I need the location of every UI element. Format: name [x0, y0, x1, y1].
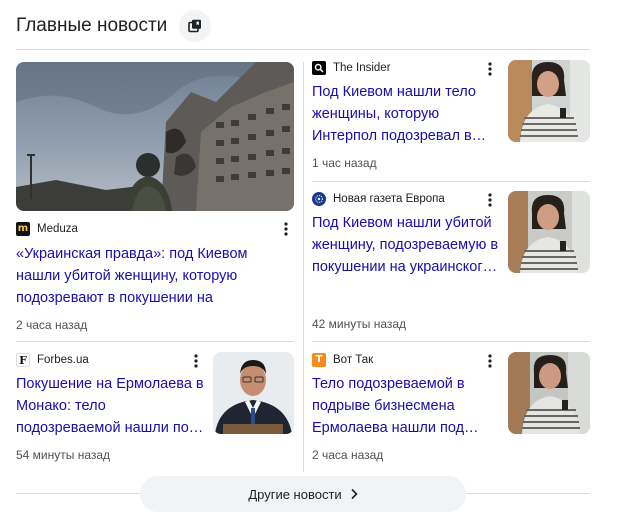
story-time: 2 часа назад — [312, 448, 384, 462]
more-options-button[interactable] — [482, 353, 498, 369]
section-title: Главные новости — [16, 15, 168, 36]
story-card[interactable]: The Insider Под Киевом нашли тело женщин… — [312, 60, 590, 180]
story-headline-link[interactable]: Под Киевом нашли тело женщины, которую И… — [312, 81, 494, 147]
source-name: The Insider — [333, 62, 391, 74]
story-thumbnail[interactable] — [213, 352, 294, 434]
story-thumbnail[interactable] — [508, 352, 590, 434]
story-source[interactable]: T Вот Так — [312, 352, 373, 368]
the-insider-logo-icon — [312, 61, 326, 75]
more-options-button[interactable] — [482, 61, 498, 77]
column-divider — [303, 62, 304, 472]
source-name: Forbes.ua — [37, 354, 89, 366]
more-options-button[interactable] — [278, 221, 294, 237]
collection-icon — [188, 19, 201, 33]
story-source[interactable]: m Meduza — [16, 221, 78, 237]
top-stories-header: Главные новости — [16, 8, 590, 44]
footer-divider — [466, 493, 590, 494]
more-vert-icon — [194, 354, 198, 368]
more-news-label: Другие новости — [248, 486, 342, 502]
source-name: Вот Так — [333, 354, 374, 366]
story-thumbnail[interactable] — [508, 191, 590, 273]
forbes-logo-icon: F — [16, 353, 30, 367]
open-collection-button[interactable] — [179, 10, 211, 42]
more-news-button[interactable]: Другие новости — [140, 476, 466, 512]
story-time: 1 час назад — [312, 156, 377, 170]
row-divider — [312, 181, 590, 182]
novaya-gazeta-logo-icon — [312, 192, 326, 206]
story-time: 54 минуты назад — [16, 448, 111, 462]
story-thumbnail[interactable] — [508, 60, 590, 142]
more-vert-icon — [488, 62, 492, 76]
story-source[interactable]: Новая газета Европа — [312, 191, 445, 207]
story-headline-link[interactable]: Тело подозреваемой в подрыве бизнесмена … — [312, 373, 496, 439]
story-time: 2 часа назад — [16, 318, 88, 332]
more-vert-icon — [488, 354, 492, 368]
footer-divider — [16, 493, 140, 494]
story-headline-link[interactable]: «Украинская правда»: под Киевом нашли уб… — [16, 243, 294, 309]
story-headline-link[interactable]: Покушение на Ермолаева в Монако: тело по… — [16, 373, 204, 439]
source-name: Новая газета Европа — [333, 193, 445, 205]
header-divider — [16, 49, 590, 50]
story-card[interactable]: T Вот Так Тело подозреваемой в подрыве б… — [312, 352, 590, 462]
featured-story-image[interactable] — [16, 62, 294, 211]
story-source[interactable]: F Forbes.ua — [16, 352, 89, 368]
vot-tak-logo-icon: T — [312, 353, 326, 367]
source-name: Meduza — [37, 223, 78, 235]
story-source[interactable]: The Insider — [312, 60, 391, 76]
more-options-button[interactable] — [482, 192, 498, 208]
story-time: 42 минуты назад — [312, 317, 407, 331]
more-vert-icon — [488, 193, 492, 207]
meduza-logo-icon: m — [16, 222, 30, 236]
featured-story-card[interactable]: m Meduza «Украинская правда»: под Киевом… — [16, 62, 294, 342]
more-options-button[interactable] — [188, 353, 204, 369]
story-headline-link[interactable]: Под Киевом нашли убитой женщину, подозре… — [312, 212, 502, 278]
story-card[interactable]: Новая газета Европа Под Киевом нашли уби… — [312, 191, 590, 331]
more-vert-icon — [284, 222, 288, 236]
row-divider — [312, 341, 590, 342]
chevron-right-icon — [350, 488, 358, 500]
story-card[interactable]: F Forbes.ua Покушение на Ермолаева в Мон… — [16, 352, 294, 462]
